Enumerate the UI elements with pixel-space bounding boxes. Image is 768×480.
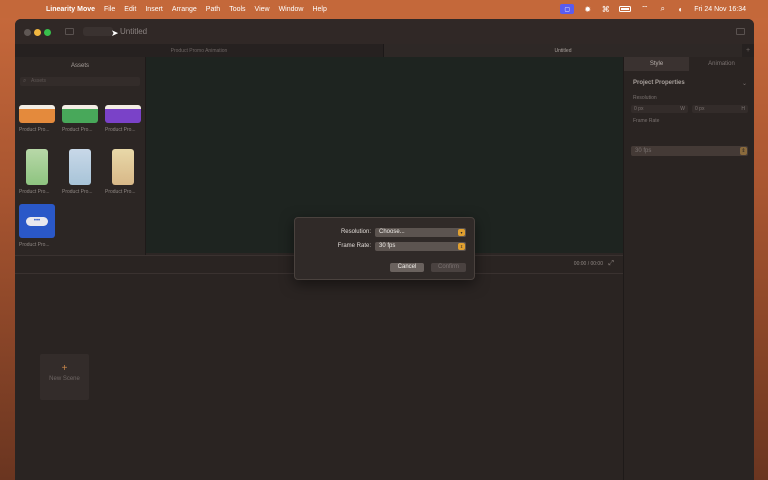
fullscreen-icon[interactable]: ⤢ <box>608 260 614 268</box>
menu-view[interactable]: View <box>255 6 270 13</box>
assets-panel: Assets ⌕ Assets Product Pro... Product P… <box>15 57 146 273</box>
frame-rate-label: Frame Rate <box>633 118 660 124</box>
new-scene-label: New Scene <box>49 376 80 382</box>
new-project-dialog: Resolution: Choose... ▾ Frame Rate: 30 f… <box>294 217 475 280</box>
asset-label: Product Pro... <box>62 189 93 195</box>
document-tab-bar: Product Promo Animation Untitled + <box>15 44 754 57</box>
asset-label: Product Pro... <box>19 189 50 195</box>
menu-app-name[interactable]: Linearity Move <box>46 6 95 13</box>
asset-thumbnail <box>62 105 98 123</box>
control-center-icon[interactable]: ◐ <box>676 5 685 14</box>
time-readout: 00:00 / 00:00 <box>573 261 603 267</box>
height-unit: H <box>741 106 745 112</box>
screen-record-icon[interactable]: ▢ <box>560 4 575 14</box>
resolution-label: Resolution <box>633 95 657 101</box>
asset-label: Product Pro... <box>62 127 93 133</box>
zoom-button[interactable] <box>44 29 51 36</box>
tab-animation[interactable]: Animation <box>689 57 754 71</box>
assets-search-placeholder: Assets <box>31 78 47 84</box>
menu-arrange[interactable]: Arrange <box>172 6 197 13</box>
dialog-frame-rate-value: 30 fps <box>379 243 396 249</box>
dialog-resolution-label: Resolution: <box>340 229 371 235</box>
title-bar: Untitled ➤ <box>15 19 754 44</box>
assets-search-input[interactable]: ⌕ Assets <box>20 77 140 86</box>
height-field[interactable]: 0 px H <box>692 105 748 113</box>
menu-insert[interactable]: Insert <box>145 6 163 13</box>
width-field[interactable]: 0 px W <box>631 105 688 113</box>
app-status-icon[interactable]: ⌘ <box>601 5 610 14</box>
window-title: Untitled <box>120 27 148 36</box>
inspector-tabs: Style Animation <box>624 57 754 71</box>
asset-label: Product Pro... <box>105 189 136 195</box>
scenes-panel: + New Scene <box>15 273 623 480</box>
sidebar-toggle-icon[interactable] <box>65 28 74 35</box>
title-pill <box>83 27 113 36</box>
new-tab-button[interactable]: + <box>742 44 754 57</box>
frame-rate-select[interactable]: 30 fps ⇕ <box>631 146 748 156</box>
width-value: 0 px <box>634 106 644 112</box>
asset-item[interactable]: Product Pro... <box>62 149 107 195</box>
asset-label: Product Pro... <box>19 127 50 133</box>
asset-thumbnail <box>19 105 55 123</box>
tab-style[interactable]: Style <box>624 57 689 71</box>
dialog-frame-rate-select[interactable]: 30 fps ⇕ <box>375 242 466 251</box>
wifi-icon[interactable]: ⌔ <box>640 4 649 14</box>
height-value: 0 px <box>695 106 705 112</box>
confirm-button[interactable]: Confirm <box>431 263 466 272</box>
resolution-select[interactable]: Choose... ▾ <box>375 228 466 237</box>
width-unit: W <box>680 106 685 112</box>
minimize-button[interactable] <box>34 29 41 36</box>
menu-edit[interactable]: Edit <box>124 6 136 13</box>
assets-title: Assets <box>70 63 89 69</box>
close-button[interactable] <box>24 29 31 36</box>
chevron-down-icon[interactable]: ⌄ <box>742 80 747 87</box>
asset-thumbnail <box>69 149 91 185</box>
menu-help[interactable]: Help <box>312 6 326 13</box>
dialog-frame-rate-label: Frame Rate: <box>337 243 371 249</box>
asset-label: Product Pro... <box>105 127 136 133</box>
menu-clock[interactable]: Fri 24 Nov 16:34 <box>694 6 746 13</box>
cancel-button[interactable]: Cancel <box>390 263 424 272</box>
asset-thumbnail <box>112 149 134 185</box>
chevron-updown-icon: ⇕ <box>458 243 465 250</box>
battery-icon[interactable] <box>619 6 632 12</box>
asset-item[interactable]: Product Pro... <box>62 105 100 133</box>
inspector-toggle-icon[interactable] <box>736 28 745 35</box>
project-properties-title: Project Properties <box>633 80 685 86</box>
menu-path[interactable]: Path <box>206 6 220 13</box>
menu-window[interactable]: Window <box>279 6 304 13</box>
search-icon: ⌕ <box>23 78 27 84</box>
plus-icon: + <box>61 363 68 374</box>
chevron-down-icon: ▾ <box>458 229 465 236</box>
frame-rate-value: 30 fps <box>635 148 652 154</box>
asset-item[interactable]: Product Pro... <box>105 149 150 195</box>
asset-item[interactable]: Product Pro... <box>105 105 143 133</box>
menu-bar: Linearity Move File Edit Insert Arrange … <box>0 0 768 18</box>
asset-item[interactable]: Product Pro... <box>19 105 57 133</box>
chat-bubble-icon: ••• <box>26 216 48 226</box>
gear-icon[interactable]: ✹ <box>583 5 592 14</box>
inspector-panel: Style Animation Project Properties ⌄ Res… <box>623 57 754 480</box>
menu-tools[interactable]: Tools <box>229 6 245 13</box>
asset-thumbnail <box>26 149 48 185</box>
asset-label: Product Pro... <box>19 242 50 248</box>
asset-item[interactable]: Product Pro... <box>19 149 64 195</box>
asset-item[interactable]: ••• Product Pro... <box>19 204 57 248</box>
chevron-updown-icon: ⇕ <box>740 147 747 155</box>
tab-product-promo[interactable]: Product Promo Animation <box>15 44 384 57</box>
asset-thumbnail: ••• <box>19 204 55 238</box>
menu-file[interactable]: File <box>104 6 115 13</box>
search-icon[interactable]: ⌕ <box>658 4 667 14</box>
new-scene-button[interactable]: + New Scene <box>40 354 89 400</box>
pointer-cursor-icon: ➤ <box>111 28 119 38</box>
tab-untitled[interactable]: Untitled <box>384 44 742 57</box>
asset-thumbnail <box>105 105 141 123</box>
resolution-select-value: Choose... <box>379 229 405 235</box>
